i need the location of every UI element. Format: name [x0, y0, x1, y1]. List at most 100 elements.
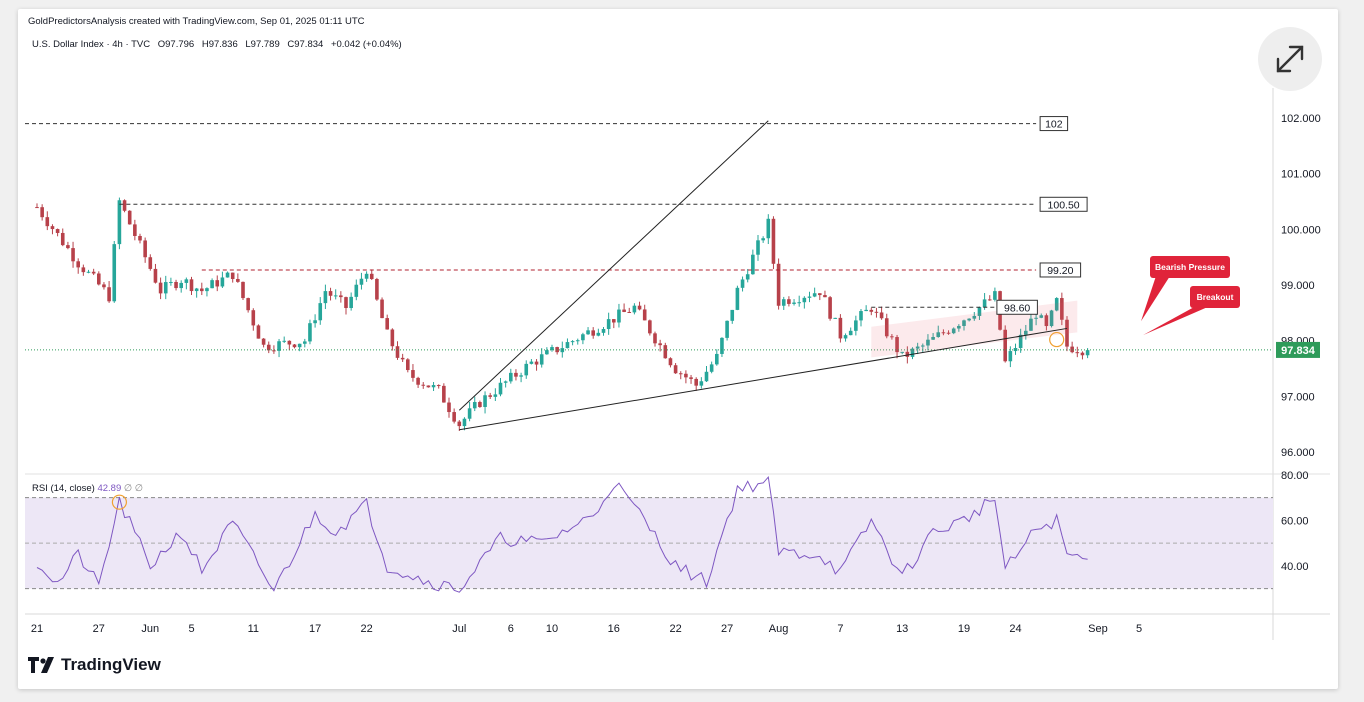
candle-body [385, 318, 389, 330]
candle-body [230, 272, 235, 279]
candle-body [143, 240, 147, 258]
level-label: 102 [1045, 119, 1063, 131]
candle-body [575, 340, 580, 342]
candle-body [586, 330, 590, 335]
time-tick-label: Sep [1088, 623, 1108, 635]
breakout-callout-pointer [1143, 306, 1210, 336]
candle-body [684, 373, 688, 378]
candle-body [483, 395, 487, 407]
candle-body [107, 287, 111, 302]
candle-body [452, 412, 456, 422]
time-tick-label: 13 [896, 623, 908, 635]
last-price-tag-label: 97.834 [1281, 345, 1316, 357]
candle-body [282, 340, 286, 342]
candle-body [60, 232, 65, 246]
candle-body [725, 320, 729, 338]
time-tick-label: 5 [1136, 623, 1142, 635]
candle-body [756, 240, 760, 255]
level-label: 100.50 [1048, 199, 1080, 211]
level-label: 99.20 [1047, 265, 1073, 277]
candle-body [421, 384, 426, 386]
rsi-legend-name[interactable]: RSI (14, close) [32, 483, 97, 494]
candle-body [761, 238, 765, 241]
candle-body [993, 291, 997, 300]
candle-body [45, 217, 50, 227]
candle-body [627, 311, 632, 313]
candle-body [987, 299, 992, 301]
price-tick-label: 100.000 [1281, 224, 1321, 236]
candle-body [1080, 352, 1085, 356]
candle-body [246, 298, 250, 311]
candle-body [457, 421, 462, 427]
time-tick-label: 22 [360, 623, 372, 635]
candle-body [210, 280, 214, 289]
time-tick-label: 22 [669, 623, 681, 635]
candle-body [86, 271, 91, 273]
candle-body [818, 293, 822, 296]
rsi-legend: RSI (14, close) 42.89 ∅ ∅ [32, 483, 143, 494]
level-label: 98.60 [1004, 302, 1030, 314]
candle-body [493, 394, 498, 397]
candle-body [715, 353, 719, 365]
tradingview-logo-icon [28, 657, 54, 673]
candle-body [1075, 352, 1080, 354]
candle-body [524, 363, 529, 376]
candle-body [436, 385, 441, 387]
candle-body [1008, 351, 1013, 362]
candle-body [488, 395, 492, 397]
fullscreen-button[interactable] [1258, 27, 1322, 91]
chart-canvas[interactable]: 102.000101.000100.00099.00098.00097.0009… [0, 0, 1364, 702]
bearish-pressure-callout-text: Bearish Pressure [1155, 262, 1225, 272]
price-tick-label: 101.000 [1281, 169, 1321, 181]
time-tick-label: Aug [769, 623, 789, 635]
candle-body [854, 320, 858, 331]
candle-body [148, 257, 153, 269]
candle-body [720, 337, 724, 354]
bearish-pressure-callout-pointer [1141, 276, 1170, 322]
candle-body [292, 344, 297, 348]
candle-body [859, 311, 863, 321]
candle-body [359, 278, 364, 285]
candle-body [668, 358, 673, 366]
candle-body [869, 309, 874, 312]
candle-body [745, 274, 750, 280]
candle-body [416, 377, 420, 385]
candle-body [1085, 350, 1090, 356]
candle-body [1070, 346, 1074, 353]
price-tick-label: 96.000 [1281, 447, 1315, 459]
candle-body [581, 334, 585, 341]
time-tick-label: Jul [452, 623, 466, 635]
candle-body [766, 218, 771, 239]
candle-body [375, 279, 379, 300]
consolidation-zone [871, 300, 1078, 358]
tradingview-logo[interactable]: TradingView [28, 655, 161, 675]
candle-body [612, 319, 616, 323]
candle-body [442, 385, 446, 403]
candle-body [81, 267, 86, 273]
trendline-1[interactable] [459, 327, 1068, 431]
candle-body [792, 302, 796, 304]
candle-body [704, 371, 709, 382]
candle-body [400, 357, 405, 360]
candle-body [426, 385, 431, 388]
candle-body [648, 320, 652, 334]
candle-body [297, 343, 302, 348]
breakout-callout-text: Breakout [1197, 292, 1234, 302]
candle-body [848, 330, 853, 336]
candle-body [50, 226, 55, 230]
candle-body [184, 279, 189, 283]
candle-body [879, 312, 884, 319]
trendline-2[interactable] [458, 120, 769, 411]
time-tick-label: 6 [508, 623, 514, 635]
candle-body [498, 382, 503, 395]
candle-body [694, 378, 698, 386]
candle-body [596, 332, 601, 336]
candle-body [179, 282, 183, 289]
time-tick-label: 16 [608, 623, 620, 635]
candle-body [328, 291, 333, 296]
candle-body [256, 325, 261, 339]
candle-body [709, 364, 714, 372]
rsi-tick-label: 60.00 [1281, 515, 1309, 527]
candle-body [622, 309, 626, 312]
candle-body [133, 224, 137, 236]
